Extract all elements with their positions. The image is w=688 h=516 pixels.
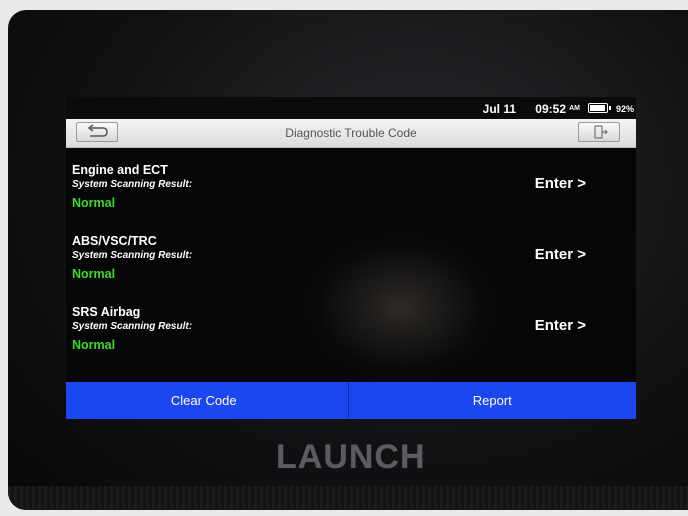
system-status: Normal — [72, 338, 116, 352]
page-title: Diagnostic Trouble Code — [285, 126, 417, 140]
battery-nub — [609, 106, 611, 110]
system-row[interactable]: ABS/VSC/TRC System Scanning Result: Norm… — [72, 234, 630, 296]
system-row[interactable]: Engine and ECT System Scanning Result: N… — [72, 163, 630, 225]
system-scan-label: System Scanning Result: — [72, 250, 193, 261]
battery-percent: 92% — [615, 104, 634, 114]
system-status: Normal — [72, 196, 116, 210]
battery-icon — [588, 103, 608, 113]
device-bezel — [8, 486, 688, 510]
clear-code-button[interactable]: Clear Code — [66, 382, 349, 419]
status-bar: Jul 11 09:52 AM 92% — [66, 97, 636, 119]
system-name: ABS/VSC/TRC — [72, 234, 157, 248]
system-scan-label: System Scanning Result: — [72, 321, 193, 332]
action-bar: Clear Code Report — [66, 382, 636, 419]
exit-door-icon — [594, 125, 608, 139]
status-time: 09:52 — [535, 102, 566, 116]
exit-button[interactable] — [578, 122, 620, 142]
status-ampm: AM — [569, 105, 580, 112]
title-bar: Diagnostic Trouble Code — [66, 119, 636, 148]
launch-logo: LAUNCH — [276, 438, 426, 476]
enter-button[interactable]: Enter > — [535, 246, 586, 263]
report-button[interactable]: Report — [348, 382, 636, 419]
system-status: Normal — [72, 267, 116, 281]
status-date: Jul 11 — [482, 102, 516, 116]
system-row[interactable]: SRS Airbag System Scanning Result: Norma… — [72, 305, 630, 367]
system-name: SRS Airbag — [72, 305, 141, 319]
system-scan-label: System Scanning Result: — [72, 179, 193, 190]
device-screen: Jul 11 09:52 AM 92% Diagnostic Trouble C… — [66, 97, 636, 419]
enter-button[interactable]: Enter > — [535, 317, 586, 334]
enter-button[interactable]: Enter > — [535, 175, 586, 192]
system-name: Engine and ECT — [72, 163, 168, 177]
